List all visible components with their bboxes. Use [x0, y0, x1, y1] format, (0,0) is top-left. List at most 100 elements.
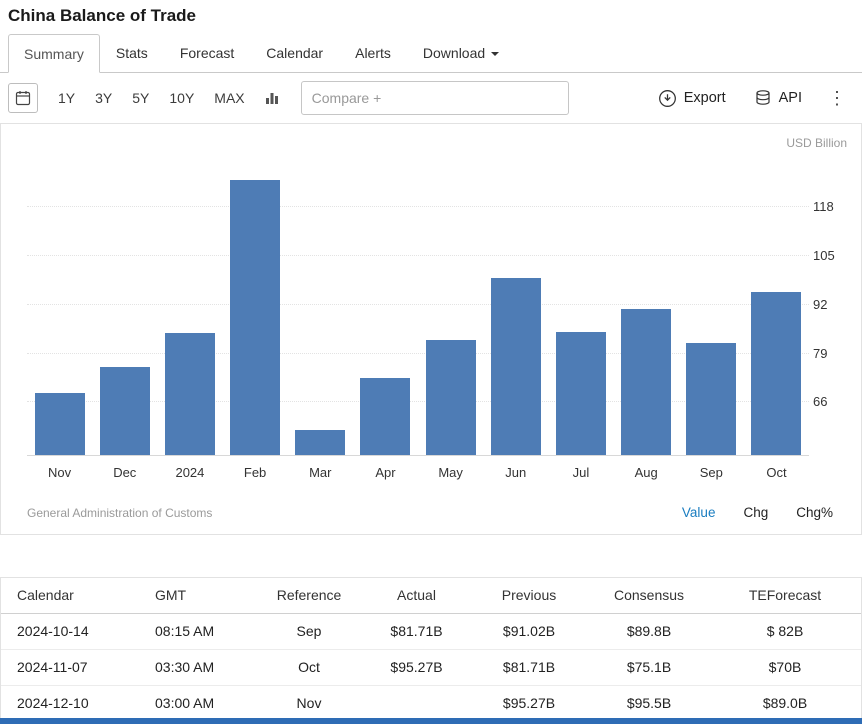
column-header-previous: Previous: [469, 578, 589, 613]
bar-slot: [27, 162, 92, 455]
export-button[interactable]: Export: [648, 83, 736, 114]
tab-forecast[interactable]: Forecast: [164, 33, 250, 72]
x-tick-label: Jun: [483, 465, 548, 480]
bar-slot: [418, 162, 483, 455]
calendar-table-card: CalendarGMTReferenceActualPreviousConsen…: [0, 577, 862, 722]
more-options-button[interactable]: ⋮: [820, 87, 854, 109]
column-header-consensus: Consensus: [589, 578, 709, 613]
x-tick-label: May: [418, 465, 483, 480]
range-5y-button[interactable]: 5Y: [122, 84, 159, 112]
x-tick-label: Sep: [679, 465, 744, 480]
cell-reference: Oct: [254, 649, 364, 685]
table-header-row: CalendarGMTReferenceActualPreviousConsen…: [1, 578, 861, 613]
export-icon: [658, 89, 677, 108]
y-tick-label: 66: [813, 394, 851, 409]
x-tick-label: Apr: [353, 465, 418, 480]
range-buttons: 1Y3Y5Y10YMAX: [48, 84, 255, 112]
x-tick-label: 2024: [157, 465, 222, 480]
view-chg-link[interactable]: Chg: [743, 505, 768, 520]
cell-consensus: $75.1B: [589, 649, 709, 685]
bar-oct: [751, 292, 801, 455]
range-3y-button[interactable]: 3Y: [85, 84, 122, 112]
tab-download[interactable]: Download: [407, 33, 515, 72]
x-axis: NovDec2024FebMarAprMayJunJulAugSepOct: [27, 465, 809, 480]
page-title: China Balance of Trade: [0, 0, 862, 29]
bar-mar: [295, 430, 345, 455]
chart-view-switch: Value Chg Chg%: [682, 505, 833, 520]
unit-label: USD Billion: [786, 136, 847, 150]
y-tick-label: 105: [813, 248, 851, 263]
column-header-teforecast: TEForecast: [709, 578, 861, 613]
toolbar-right: Export API ⋮: [648, 83, 854, 114]
cell-teforecast: $ 82B: [709, 613, 861, 649]
range-1y-button[interactable]: 1Y: [48, 84, 85, 112]
view-value-link[interactable]: Value: [682, 505, 716, 520]
api-label: API: [779, 90, 802, 106]
bar-slot: [288, 162, 353, 455]
cell-teforecast: $70B: [709, 649, 861, 685]
cell-calendar: 2024-10-14: [1, 613, 141, 649]
export-label: Export: [684, 90, 726, 106]
tab-calendar[interactable]: Calendar: [250, 33, 339, 72]
bar-may: [426, 340, 476, 455]
column-header-gmt: GMT: [141, 578, 254, 613]
chart-footer: General Administration of Customs Value C…: [27, 505, 833, 520]
x-tick-label: Nov: [27, 465, 92, 480]
cell-consensus: $95.5B: [589, 685, 709, 721]
tab-summary[interactable]: Summary: [8, 34, 100, 73]
bar-apr: [360, 378, 410, 455]
chart-card: USD Billion NovDec2024FebMarAprMayJunJul…: [0, 123, 862, 535]
cell-teforecast: $89.0B: [709, 685, 861, 721]
chart-source: General Administration of Customs: [27, 506, 212, 520]
x-tick-label: Oct: [744, 465, 809, 480]
range-10y-button[interactable]: 10Y: [159, 84, 204, 112]
cell-reference: Sep: [254, 613, 364, 649]
bars: [27, 162, 809, 455]
chart-type-button[interactable]: [257, 83, 287, 113]
bar-sep: [686, 343, 736, 455]
cell-previous: $81.71B: [469, 649, 589, 685]
y-tick-label: 79: [813, 346, 851, 361]
cell-actual: [364, 685, 469, 721]
cell-reference: Nov: [254, 685, 364, 721]
bar-2024: [165, 333, 215, 455]
cell-actual: $81.71B: [364, 613, 469, 649]
caret-down-icon: [491, 52, 499, 60]
x-tick-label: Dec: [92, 465, 157, 480]
cell-previous: $95.27B: [469, 685, 589, 721]
calendar-table: CalendarGMTReferenceActualPreviousConsen…: [1, 578, 861, 721]
cell-gmt: 03:00 AM: [141, 685, 254, 721]
table-row[interactable]: 2024-10-1408:15 AMSep$81.71B$91.02B$89.8…: [1, 613, 861, 649]
y-tick-label: 92: [813, 297, 851, 312]
table-row[interactable]: 2024-11-0703:30 AMOct$95.27B$81.71B$75.1…: [1, 649, 861, 685]
table-body: 2024-10-1408:15 AMSep$81.71B$91.02B$89.8…: [1, 613, 861, 721]
bar-nov: [35, 393, 85, 455]
column-header-actual: Actual: [364, 578, 469, 613]
table-row[interactable]: 2024-12-1003:00 AMNov $95.27B$95.5B$89.0B: [1, 685, 861, 721]
bar-feb: [230, 180, 280, 455]
compare-input[interactable]: [301, 81, 569, 115]
tab-stats[interactable]: Stats: [100, 33, 164, 72]
cell-consensus: $89.8B: [589, 613, 709, 649]
view-chgpct-link[interactable]: Chg%: [796, 505, 833, 520]
range-max-button[interactable]: MAX: [204, 84, 254, 112]
api-button[interactable]: API: [744, 83, 812, 113]
x-tick-label: Aug: [614, 465, 679, 480]
bar-slot: [548, 162, 613, 455]
cell-calendar: 2024-12-10: [1, 685, 141, 721]
api-database-icon: [754, 89, 772, 107]
calendar-icon: [15, 90, 31, 106]
bar-chart-icon: [264, 90, 280, 106]
tab-alerts[interactable]: Alerts: [339, 33, 407, 72]
bar-slot: [614, 162, 679, 455]
cell-actual: $95.27B: [364, 649, 469, 685]
cell-gmt: 03:30 AM: [141, 649, 254, 685]
bar-slot: [744, 162, 809, 455]
x-tick-label: Feb: [223, 465, 288, 480]
column-header-reference: Reference: [254, 578, 364, 613]
bar-aug: [621, 309, 671, 456]
x-tick-label: Jul: [548, 465, 613, 480]
tab-bar: SummaryStatsForecastCalendarAlertsDownlo…: [0, 29, 862, 73]
x-tick-label: Mar: [288, 465, 353, 480]
date-range-button[interactable]: [8, 83, 38, 113]
